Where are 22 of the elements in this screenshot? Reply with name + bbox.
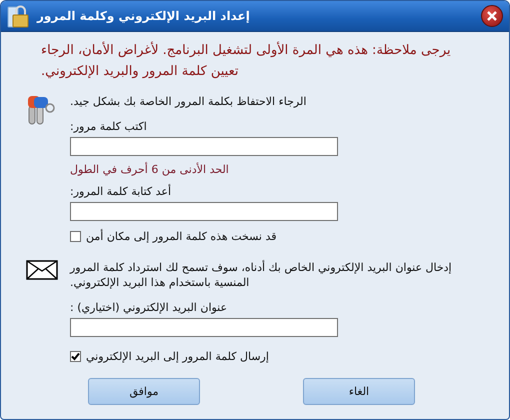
cancel-button[interactable]: الغاء [303,378,415,405]
password-hint: الحد الأدنى من 6 أحرف في الطول [70,162,229,177]
password-label: اكتب كلمة مرور: [70,119,147,134]
confirm-password-field[interactable] [70,202,338,221]
info-text: الرجاء الاحتفاظ بكلمة المرور الخاصة بك بشكل جيد. [70,94,306,109]
checkbox-label: إرسال كلمة المرور إلى البريد الإلكتروني [86,349,269,364]
email-field[interactable] [70,318,338,337]
confirm-password-label: أعد كتابة كلمة المرور: [70,184,172,199]
close-button[interactable] [481,5,503,27]
checkbox[interactable] [70,231,81,242]
checkbox-label: قد نسخت هذه كلمة المرور إلى مكان أمن [86,229,277,244]
ok-button[interactable]: موافق [88,378,200,405]
close-icon [486,10,498,22]
notice-text: يرجى ملاحظة: هذه هي المرة الأولى لتشغيل البرنامج. لأغراض الأمان، الرجاء تعيين كلمة المرور والبريد الإلكتروني. [41,40,451,81]
lock-icon [7,4,29,28]
password-field[interactable] [70,137,338,156]
window-title: إعداد البريد الإلكتروني وكلمة المرور [37,9,250,23]
email-label: عنوان البريد الإلكتروني (اختياري) : [70,300,228,315]
checkbox[interactable] [70,351,81,362]
envelope-icon [26,260,58,280]
email-info-text: إدخال عنوان البريد الإلكتروني الخاص بك أدناه، سوف تسمح لك استرداد كلمة المرور المنسية باستخدام هذا البريد الإلكتروني. [70,260,453,290]
keys-icon [26,94,56,126]
